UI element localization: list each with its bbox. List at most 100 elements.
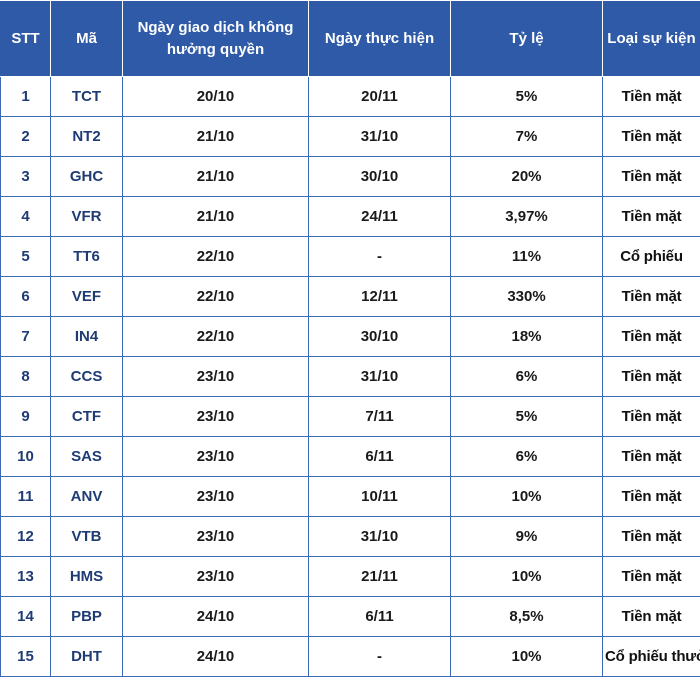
cell-ticker: ANV	[51, 477, 123, 517]
cell-ticker: PBP	[51, 597, 123, 637]
cell-ratio: 11%	[451, 237, 603, 277]
cell-ratio: 5%	[451, 397, 603, 437]
table-row: 11ANV23/1010/1110%Tiền mặt	[1, 477, 700, 517]
cell-ratio: 8,5%	[451, 597, 603, 637]
cell-ex-rights-date: 22/10	[123, 237, 309, 277]
table-row: 6VEF22/1012/11330%Tiền mặt	[1, 277, 700, 317]
table-row: 14PBP24/106/118,5%Tiền mặt	[1, 597, 700, 637]
cell-ex-rights-date: 21/10	[123, 197, 309, 237]
corporate-events-table: STT Mã Ngày giao dịch không hưởng quyền …	[0, 0, 700, 677]
cell-execution-date: 31/10	[309, 517, 451, 557]
cell-ticker: SAS	[51, 437, 123, 477]
cell-event-type: Tiền mặt	[603, 277, 700, 317]
header-ma: Mã	[51, 1, 123, 77]
cell-ex-rights-date: 23/10	[123, 477, 309, 517]
cell-ticker: NT2	[51, 117, 123, 157]
cell-ex-rights-date: 21/10	[123, 117, 309, 157]
header-stt: STT	[1, 1, 51, 77]
cell-execution-date: 30/10	[309, 157, 451, 197]
cell-ticker: TT6	[51, 237, 123, 277]
table-row: 8CCS23/1031/106%Tiền mặt	[1, 357, 700, 397]
cell-execution-date: 12/11	[309, 277, 451, 317]
cell-ex-rights-date: 21/10	[123, 157, 309, 197]
cell-ex-rights-date: 24/10	[123, 597, 309, 637]
cell-stt: 11	[1, 477, 51, 517]
cell-event-type: Tiền mặt	[603, 477, 700, 517]
cell-ex-rights-date: 23/10	[123, 517, 309, 557]
cell-stt: 5	[1, 237, 51, 277]
cell-execution-date: 20/11	[309, 77, 451, 117]
cell-ex-rights-date: 23/10	[123, 357, 309, 397]
cell-execution-date: 30/10	[309, 317, 451, 357]
cell-ex-rights-date: 23/10	[123, 557, 309, 597]
header-execution-date: Ngày thực hiện	[309, 1, 451, 77]
cell-event-type: Tiền mặt	[603, 157, 700, 197]
cell-stt: 2	[1, 117, 51, 157]
cell-ex-rights-date: 23/10	[123, 397, 309, 437]
cell-stt: 8	[1, 357, 51, 397]
table-row: 15DHT24/10-10%Cổ phiếu thưởng	[1, 637, 700, 677]
table-row: 7IN422/1030/1018%Tiền mặt	[1, 317, 700, 357]
cell-execution-date: 24/11	[309, 197, 451, 237]
cell-ratio: 20%	[451, 157, 603, 197]
cell-stt: 6	[1, 277, 51, 317]
table-header: STT Mã Ngày giao dịch không hưởng quyền …	[1, 1, 700, 77]
cell-execution-date: 7/11	[309, 397, 451, 437]
cell-ratio: 7%	[451, 117, 603, 157]
header-ex-rights-date: Ngày giao dịch không hưởng quyền	[123, 1, 309, 77]
cell-event-type: Tiền mặt	[603, 557, 700, 597]
cell-event-type: Tiền mặt	[603, 197, 700, 237]
cell-event-type: Tiền mặt	[603, 517, 700, 557]
table-row: 2NT221/1031/107%Tiền mặt	[1, 117, 700, 157]
cell-stt: 10	[1, 437, 51, 477]
cell-ratio: 10%	[451, 557, 603, 597]
cell-stt: 13	[1, 557, 51, 597]
header-ratio: Tỷ lệ	[451, 1, 603, 77]
cell-ratio: 18%	[451, 317, 603, 357]
cell-event-type: Cổ phiếu thưởng	[603, 637, 700, 677]
cell-execution-date: 31/10	[309, 117, 451, 157]
cell-stt: 12	[1, 517, 51, 557]
cell-ex-rights-date: 23/10	[123, 437, 309, 477]
cell-ticker: DHT	[51, 637, 123, 677]
table-row: 5TT622/10-11%Cổ phiếu	[1, 237, 700, 277]
cell-event-type: Tiền mặt	[603, 597, 700, 637]
cell-event-type: Tiền mặt	[603, 437, 700, 477]
cell-stt: 4	[1, 197, 51, 237]
cell-ticker: TCT	[51, 77, 123, 117]
cell-ratio: 3,97%	[451, 197, 603, 237]
table-row: 9CTF23/107/115%Tiền mặt	[1, 397, 700, 437]
cell-stt: 14	[1, 597, 51, 637]
cell-execution-date: 6/11	[309, 437, 451, 477]
cell-ex-rights-date: 22/10	[123, 277, 309, 317]
cell-ratio: 10%	[451, 477, 603, 517]
table-row: 3GHC21/1030/1020%Tiền mặt	[1, 157, 700, 197]
cell-ticker: VFR	[51, 197, 123, 237]
cell-stt: 7	[1, 317, 51, 357]
cell-stt: 1	[1, 77, 51, 117]
cell-stt: 9	[1, 397, 51, 437]
cell-ratio: 9%	[451, 517, 603, 557]
cell-event-type: Tiền mặt	[603, 317, 700, 357]
cell-ratio: 330%	[451, 277, 603, 317]
cell-ex-rights-date: 22/10	[123, 317, 309, 357]
table-body: 1TCT20/1020/115%Tiền mặt2NT221/1031/107%…	[1, 77, 700, 677]
table-row: 1TCT20/1020/115%Tiền mặt	[1, 77, 700, 117]
cell-stt: 15	[1, 637, 51, 677]
cell-execution-date: 6/11	[309, 597, 451, 637]
cell-ticker: IN4	[51, 317, 123, 357]
cell-stt: 3	[1, 157, 51, 197]
header-event-type: Loại sự kiện	[603, 1, 700, 77]
cell-event-type: Tiền mặt	[603, 357, 700, 397]
cell-ticker: CCS	[51, 357, 123, 397]
cell-ratio: 6%	[451, 437, 603, 477]
cell-execution-date: 10/11	[309, 477, 451, 517]
table-row: 13HMS23/1021/1110%Tiền mặt	[1, 557, 700, 597]
cell-execution-date: 21/11	[309, 557, 451, 597]
cell-ex-rights-date: 24/10	[123, 637, 309, 677]
table-row: 4VFR21/1024/113,97%Tiền mặt	[1, 197, 700, 237]
cell-ticker: GHC	[51, 157, 123, 197]
cell-execution-date: -	[309, 637, 451, 677]
cell-ticker: VTB	[51, 517, 123, 557]
cell-event-type: Tiền mặt	[603, 117, 700, 157]
